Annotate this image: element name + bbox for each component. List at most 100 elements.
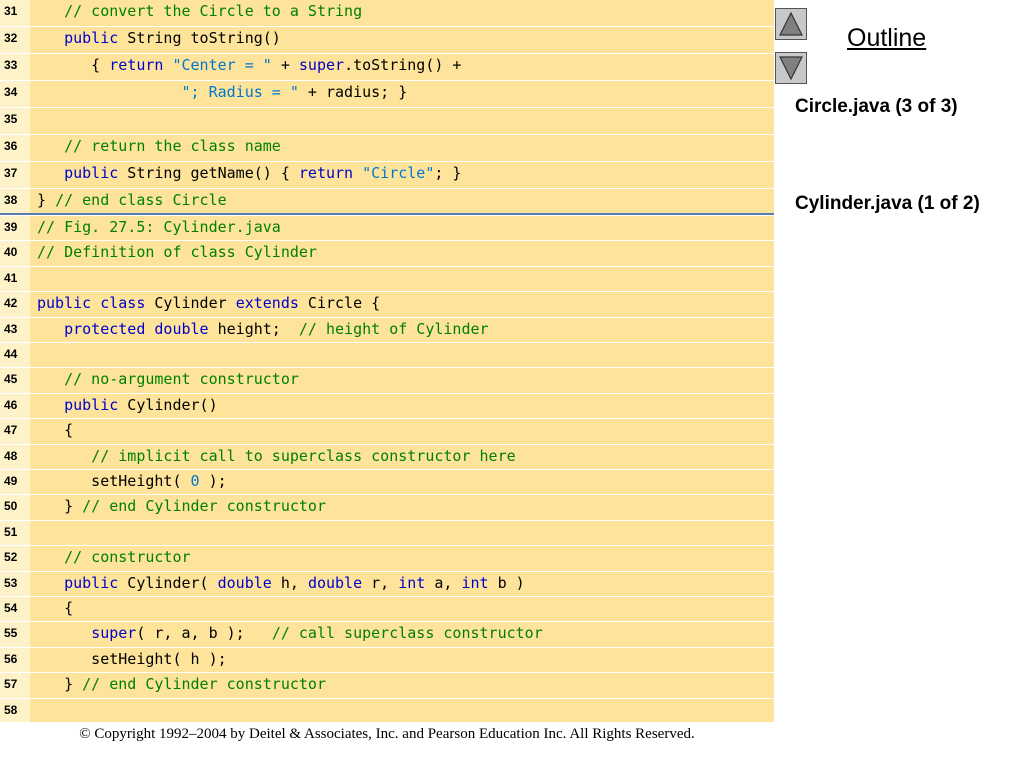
file-divider	[0, 213, 774, 215]
code-comment: // Fig. 27.5: Cylinder.java	[37, 218, 281, 236]
line-number: 43	[4, 321, 18, 336]
code-keyword: double	[217, 573, 272, 592]
code-text: // implicit call to superclass construct…	[37, 447, 515, 465]
code-text: // return the class name	[37, 137, 281, 155]
code-comment: // convert the Circle to a String	[64, 2, 363, 20]
code-text: public String toString()	[37, 29, 281, 47]
code-token: Cylinder()	[118, 395, 218, 414]
code-token: String toString()	[118, 29, 281, 47]
code-keyword: public	[37, 294, 92, 313]
code-keyword: super	[91, 624, 137, 643]
code-line: 44	[0, 343, 774, 369]
line-number: 45	[4, 372, 18, 387]
code-token: ; }	[434, 164, 462, 182]
code-keyword: int	[398, 573, 426, 592]
code-token: }	[37, 191, 56, 209]
code-token: }	[37, 675, 83, 694]
line-number: 32	[4, 31, 18, 45]
line-number: 42	[4, 296, 18, 311]
code-comment: // end Cylinder constructor	[82, 497, 326, 516]
code-text: public Cylinder( double h, double r, int…	[37, 574, 525, 592]
code-token: ( r, a, b );	[136, 624, 272, 643]
code-text: // no-argument constructor	[37, 370, 299, 388]
code-token: b )	[488, 573, 525, 592]
code-literal: 0	[190, 472, 200, 490]
code-text: protected double height; // height of Cy…	[37, 320, 488, 338]
outline-item-cylinder-java: Cylinder.java (1 of 2)	[795, 193, 980, 214]
code-text: setHeight( h );	[37, 650, 226, 668]
line-number: 41	[4, 270, 18, 285]
previous-slide-button[interactable]	[775, 8, 807, 40]
code-keyword: return	[298, 164, 354, 182]
line-number: 38	[4, 193, 18, 207]
line-number: 36	[4, 139, 18, 153]
code-line: 42 public class Cylinder extends Circle {	[0, 292, 774, 318]
code-token: {	[37, 599, 74, 617]
line-number: 33	[4, 58, 18, 72]
code-token: a,	[425, 573, 462, 592]
code-line: 39 // Fig. 27.5: Cylinder.java	[0, 216, 774, 242]
line-number: 52	[4, 550, 18, 565]
code-text: {	[37, 421, 73, 439]
code-comment: // end class Circle	[55, 191, 227, 209]
code-text: } // end Cylinder constructor	[37, 675, 326, 693]
code-comment: // return the class name	[64, 137, 281, 155]
code-text: { return "Center = " + super.toString() …	[37, 56, 461, 74]
code-token: +	[271, 56, 299, 74]
code-comment: // call superclass constructor	[271, 624, 543, 643]
code-text: public Cylinder()	[37, 396, 218, 414]
code-keyword: extends	[235, 294, 299, 313]
outline-item-circle-java: Circle.java (3 of 3)	[795, 96, 958, 117]
line-number: 37	[4, 166, 18, 180]
code-line: 47 {	[0, 419, 774, 445]
code-line: 31 // convert the Circle to a String	[0, 0, 774, 27]
code-keyword: class	[100, 294, 146, 313]
code-text: // Fig. 27.5: Cylinder.java	[37, 218, 281, 236]
code-line: 32 public String toString()	[0, 27, 774, 54]
code-text: } // end class Circle	[37, 191, 227, 209]
copyright-notice: © Copyright 1992–2004 by Deitel & Associ…	[79, 726, 695, 742]
code-keyword: public	[64, 164, 119, 182]
code-line: 56 setHeight( h );	[0, 648, 774, 674]
code-token: Circle {	[298, 294, 381, 313]
code-keyword: public	[64, 573, 119, 592]
next-slide-button[interactable]	[775, 52, 807, 84]
code-token: .toString() +	[344, 56, 462, 74]
code-text: // constructor	[37, 548, 190, 566]
code-literal: "Circle"	[362, 164, 435, 182]
line-number: 57	[4, 677, 18, 692]
code-line: 43 protected double height; // height of…	[0, 318, 774, 343]
line-number: 47	[4, 423, 18, 438]
code-text: {	[37, 599, 73, 617]
code-keyword: public	[64, 395, 119, 414]
line-number: 40	[4, 245, 18, 260]
line-number: 51	[4, 524, 18, 539]
code-text: public class Cylinder extends Circle {	[37, 294, 380, 312]
code-comment: // end Cylinder constructor	[82, 675, 326, 694]
code-comment: // no-argument constructor	[64, 370, 299, 389]
code-line: 48 // implicit call to superclass constr…	[0, 445, 774, 470]
code-line: 49 setHeight( 0 );	[0, 470, 774, 496]
triangle-down-icon	[779, 56, 803, 81]
code-text: super( r, a, b ); // call superclass con…	[37, 624, 543, 642]
code-token: }	[37, 497, 83, 516]
line-number: 46	[4, 397, 18, 412]
code-line: 58	[0, 699, 774, 724]
code-token: {	[37, 421, 74, 440]
code-line: 33 { return "Center = " + super.toString…	[0, 54, 774, 81]
code-listing: 31 // convert the Circle to a String 32 p…	[0, 0, 774, 724]
code-text: setHeight( 0 );	[37, 472, 226, 490]
code-line: 53 public Cylinder( double h, double r, …	[0, 572, 774, 597]
line-number: 48	[4, 448, 18, 463]
code-line: 46 public Cylinder()	[0, 394, 774, 420]
code-text: "; Radius = " + radius; }	[37, 83, 408, 101]
